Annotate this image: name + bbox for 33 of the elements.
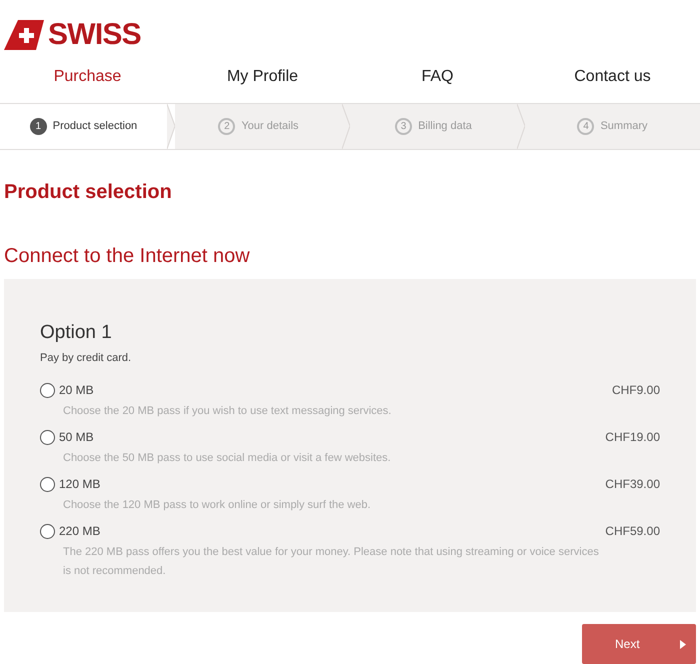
nav-link[interactable]: Contact us [574, 65, 651, 90]
option-title: Option 1 [40, 321, 113, 346]
step-tab[interactable]: 1 Product selection [0, 104, 167, 150]
pass-name: 120 MB [59, 476, 100, 494]
pass-price: CHF19.00 [605, 429, 660, 446]
step-number: 4 [577, 118, 594, 136]
nav-link[interactable]: My Profile [226, 65, 298, 90]
radio-button[interactable] [40, 382, 55, 398]
radio-button[interactable] [40, 476, 55, 492]
step-number: 1 [30, 118, 47, 136]
option-subtitle: Pay by credit card. [40, 350, 132, 366]
step-number: 3 [395, 118, 412, 136]
caret-icon [680, 640, 686, 648]
section-heading: Connect to the Internet now [4, 244, 251, 270]
pass-name: 220 MB [59, 523, 100, 540]
step-number: 2 [218, 118, 236, 136]
nav-link[interactable]: Purchase [54, 65, 122, 90]
pass-description: The 220 MB pass offers you the best value for your money. Please note that using streaming or voice services is not recommended. [63, 545, 600, 580]
pass-name: 20 MB [59, 382, 94, 400]
nav-link[interactable]: FAQ [421, 65, 454, 90]
page-heading: Product selection [4, 180, 173, 206]
pass-price: CHF59.00 [605, 523, 660, 540]
radio-button[interactable] [40, 524, 55, 539]
pass-description: Choose the 120 MB pass to work online or simply surf the web. [63, 498, 372, 514]
logo-icon [4, 20, 44, 50]
pass-price: CHF9.00 [612, 382, 660, 400]
pass-name: 50 MB [59, 429, 94, 446]
pass-description: Choose the 50 MB pass to use social media or visit a few websites. [63, 451, 392, 466]
logo-text: SWISS [48, 20, 141, 50]
radio-button[interactable] [40, 430, 55, 445]
pass-description: Choose the 20 MB pass if you wish to use text messaging services. [63, 404, 392, 420]
next-button[interactable]: Next [582, 624, 696, 664]
pass-price: CHF39.00 [605, 476, 660, 494]
